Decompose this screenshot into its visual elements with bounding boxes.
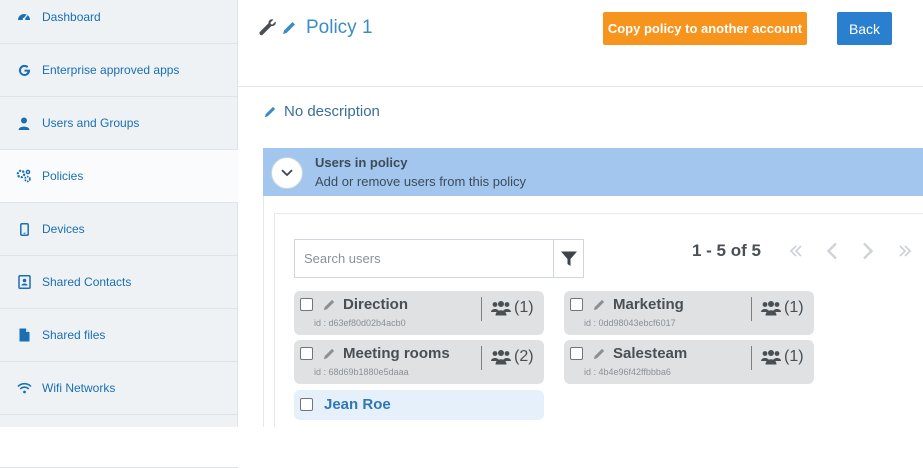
group-card-salesteam[interactable]: Salesteam id : 4b4e96f42ffbbba6 (1) xyxy=(564,340,814,384)
member-count: (1) xyxy=(784,299,804,316)
member-count: (2) xyxy=(514,348,534,365)
group-members-icon xyxy=(491,301,511,316)
users-panel-header[interactable]: Users in policy Add or remove users from… xyxy=(263,148,923,196)
card-separator xyxy=(751,297,752,321)
select-checkbox[interactable] xyxy=(300,398,313,411)
group-card-direction[interactable]: Direction id : d63ef80d02b4acb0 (1) xyxy=(294,291,544,335)
card-separator xyxy=(481,346,482,370)
sidebar-item-label: Shared files xyxy=(42,328,106,342)
member-count: (1) xyxy=(784,348,804,365)
pencil-icon xyxy=(283,22,295,34)
sidebar-item-dashboard[interactable]: Dashboard xyxy=(0,0,238,44)
policy-description[interactable]: No description xyxy=(264,103,380,120)
device-icon xyxy=(16,221,32,237)
sidebar-item-label: Policies xyxy=(42,169,84,183)
group-id: id : d63ef80d02b4acb0 xyxy=(314,318,406,328)
edit-description-icon[interactable] xyxy=(264,106,276,118)
group-id: id : 68d69b1880e5daaa xyxy=(314,367,409,377)
group-members-icon xyxy=(761,350,781,365)
pagination-status: 1 - 5 of 5 xyxy=(692,241,761,260)
sidebar-item-policies[interactable]: Policies xyxy=(0,150,238,203)
group-members-icon xyxy=(491,350,511,365)
first-page-button[interactable] xyxy=(786,240,806,262)
page-header: Policy 1 xyxy=(258,14,373,42)
sidebar-item-wifi-networks[interactable]: Wifi Networks xyxy=(0,362,238,415)
group-name: Marketing xyxy=(613,296,684,313)
sidebar-item-shared-contacts[interactable]: Shared Contacts xyxy=(0,256,238,309)
group-card-meeting-rooms[interactable]: Meeting rooms id : 68d69b1880e5daaa (2) xyxy=(294,340,544,384)
last-page-button[interactable] xyxy=(895,240,915,262)
collapse-panel-button[interactable] xyxy=(271,157,303,189)
sidebar-item-label: Enterprise approved apps xyxy=(42,63,180,77)
double-chevron-left-icon xyxy=(789,245,802,257)
sidebar-item-label: Users and Groups xyxy=(42,116,140,130)
user-icon xyxy=(16,115,32,131)
edit-pencil-icon[interactable] xyxy=(323,348,335,360)
sidebar-item-more[interactable] xyxy=(0,415,238,468)
sidebar: Dashboard Enterprise approved apps Users… xyxy=(0,0,238,468)
group-name: Salesteam xyxy=(613,345,688,362)
sidebar-item-label: Dashboard xyxy=(42,10,101,24)
chevron-left-icon xyxy=(826,242,837,260)
contacts-icon xyxy=(16,274,32,290)
search-users-input[interactable] xyxy=(294,239,554,278)
wrench-icon xyxy=(259,19,276,36)
next-page-button[interactable] xyxy=(858,240,878,262)
sidebar-item-devices[interactable]: Devices xyxy=(0,203,238,256)
filter-icon xyxy=(560,251,577,266)
google-icon xyxy=(16,62,32,78)
copy-policy-button[interactable]: Copy policy to another account xyxy=(603,12,807,45)
user-name[interactable]: Jean Roe xyxy=(324,396,391,413)
group-id: id : 0dd98043ebcf6017 xyxy=(584,318,676,328)
edit-pencil-icon[interactable] xyxy=(593,299,605,311)
sidebar-item-label: Devices xyxy=(42,222,85,236)
member-count: (1) xyxy=(514,299,534,316)
double-chevron-right-icon xyxy=(899,245,912,257)
sidebar-item-shared-files[interactable]: Shared files xyxy=(0,309,238,362)
description-text: No description xyxy=(284,103,380,120)
dashboard-icon xyxy=(16,9,32,25)
panel-subtitle: Add or remove users from this policy xyxy=(315,174,526,189)
group-name: Direction xyxy=(343,296,409,313)
sidebar-item-label: Wifi Networks xyxy=(42,381,116,395)
card-separator xyxy=(751,346,752,370)
select-checkbox[interactable] xyxy=(570,347,583,360)
prev-page-button[interactable] xyxy=(822,240,842,262)
card-separator xyxy=(481,297,482,321)
group-members-icon xyxy=(761,301,781,316)
back-button[interactable]: Back xyxy=(837,12,892,45)
edit-pencil-icon[interactable] xyxy=(593,348,605,360)
select-checkbox[interactable] xyxy=(300,298,313,311)
chevron-down-icon xyxy=(281,169,293,177)
panel-title: Users in policy xyxy=(315,155,408,170)
chevron-right-icon xyxy=(863,242,874,260)
gears-icon xyxy=(16,168,32,184)
select-checkbox[interactable] xyxy=(570,298,583,311)
edit-pencil-icon[interactable] xyxy=(323,299,335,311)
group-name: Meeting rooms xyxy=(343,345,450,362)
sidebar-item-label: Shared Contacts xyxy=(42,275,132,289)
wifi-icon xyxy=(16,380,32,396)
group-id: id : 4b4e96f42ffbbba6 xyxy=(584,367,671,377)
filter-button[interactable] xyxy=(553,239,584,278)
sidebar-item-enterprise-apps[interactable]: Enterprise approved apps xyxy=(0,44,238,97)
group-card-marketing[interactable]: Marketing id : 0dd98043ebcf6017 (1) xyxy=(564,291,814,335)
sidebar-item-users-groups[interactable]: Users and Groups xyxy=(0,97,238,150)
user-card-jean-roe[interactable]: Jean Roe xyxy=(294,390,544,420)
select-checkbox[interactable] xyxy=(300,347,313,360)
header-divider xyxy=(238,86,923,87)
file-icon xyxy=(16,327,32,343)
page-title: Policy 1 xyxy=(306,17,373,38)
